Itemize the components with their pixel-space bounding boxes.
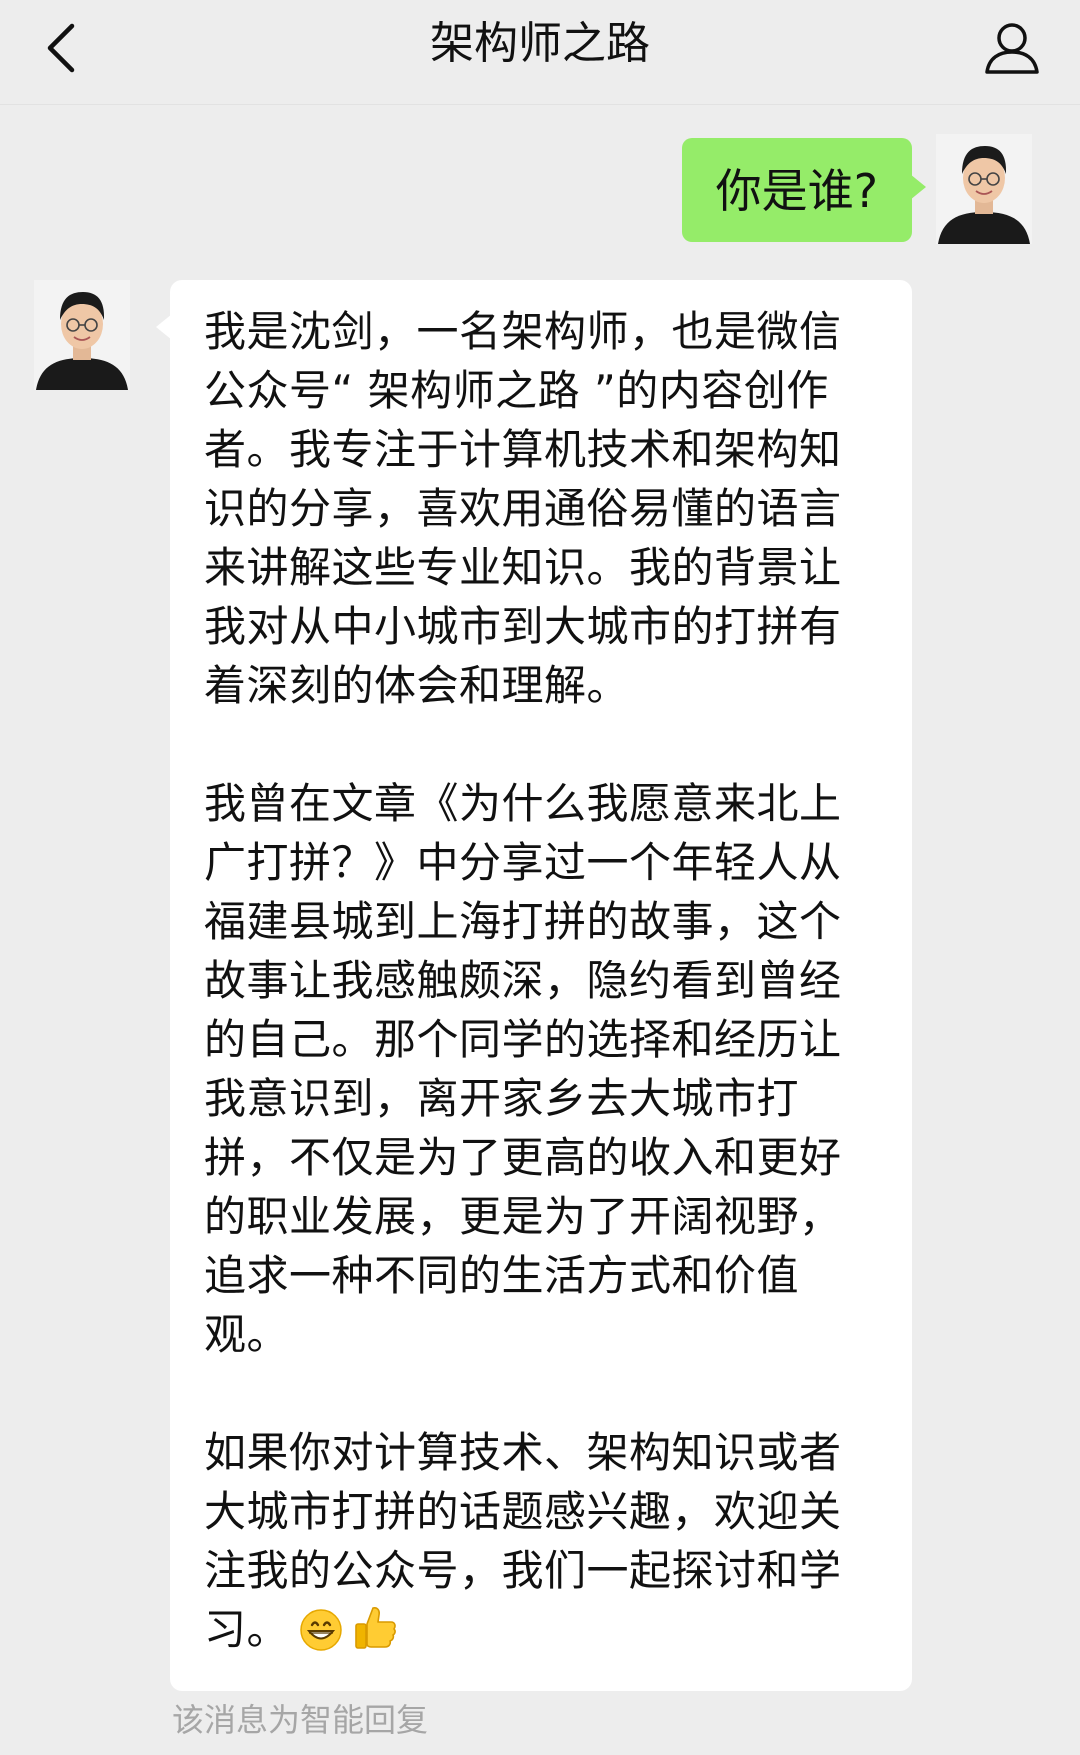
received-message-bubble[interactable]: 我是沈剑，一名架构师，也是微信公众号“ 架构师之路 ”的内容创作者。我专注于计算… xyxy=(156,280,912,1691)
grinning-face-icon xyxy=(299,1608,343,1667)
avatar[interactable] xyxy=(34,280,130,390)
page-title: 架构师之路 xyxy=(430,18,650,69)
smart-reply-note: 该消息为智能回复 xyxy=(172,1701,429,1739)
nav-bar: 架构师之路 xyxy=(0,0,1080,105)
message-paragraph: 我曾在文章《为什么我愿意来北上广打拼？》中分享过一个年轻人从福建县城到上海打拼的… xyxy=(204,779,842,1359)
avatar[interactable] xyxy=(936,134,1032,244)
message-paragraph: 我是沈剑，一名架构师，也是微信公众号“ 架构师之路 ”的内容创作者。我专注于计算… xyxy=(204,307,842,710)
person-icon xyxy=(983,20,1041,80)
sent-message-bubble[interactable]: 你是谁? xyxy=(681,138,927,242)
message-paragraph-last: 如果你对计算技术、架构知识或者大城市打拼的话题感兴趣，欢迎关注我的公众号，我们一… xyxy=(204,1423,878,1667)
thumbs-up-icon xyxy=(353,1604,397,1667)
sent-message-text: 你是谁? xyxy=(715,164,878,218)
profile-button[interactable] xyxy=(974,12,1050,88)
